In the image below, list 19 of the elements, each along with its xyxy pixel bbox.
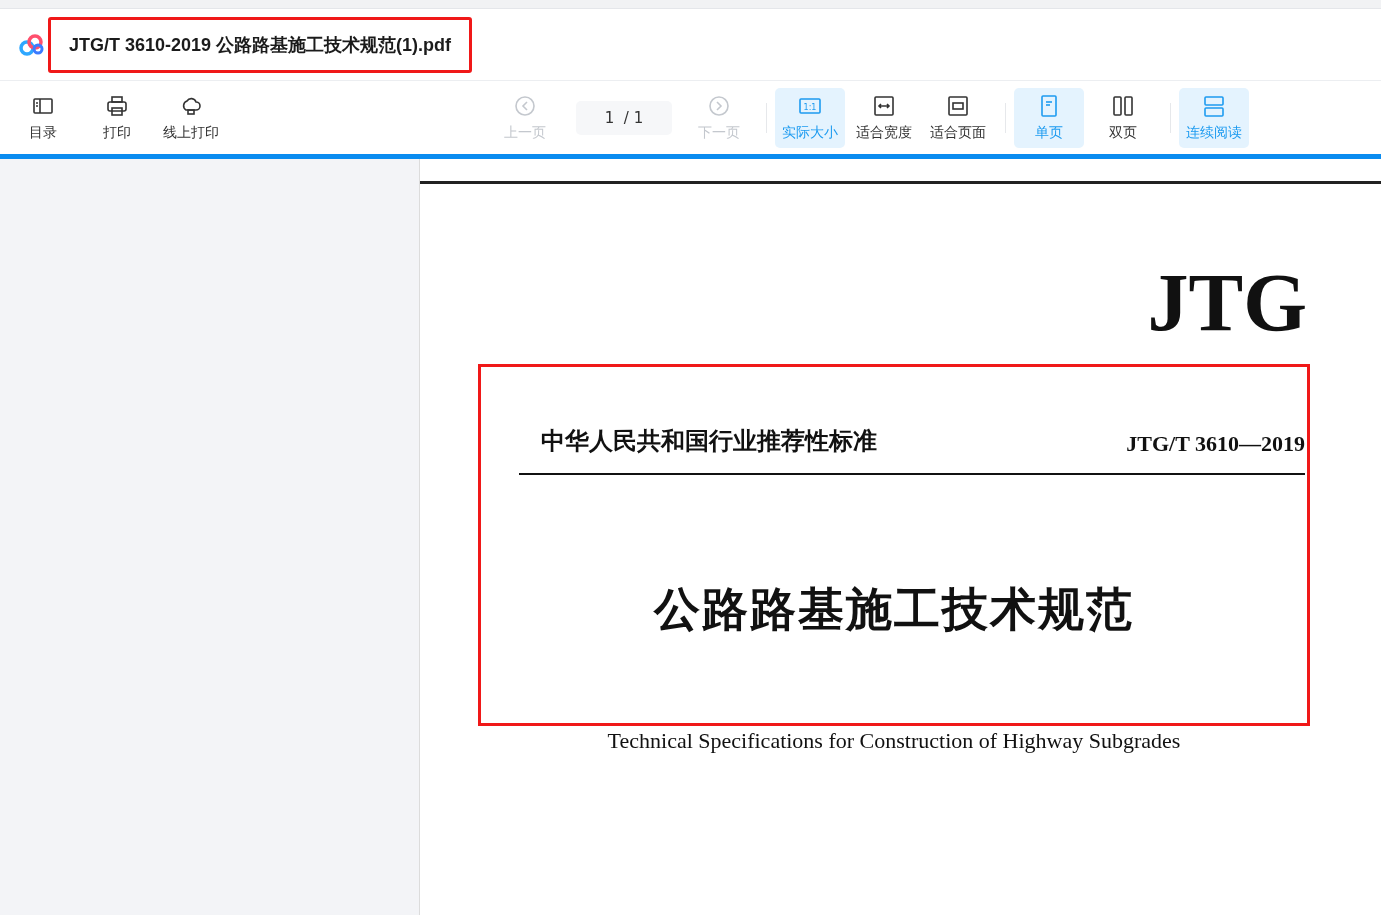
toc-button[interactable]: 目录 [8, 87, 78, 148]
fit-width-button[interactable]: 适合宽度 [849, 87, 919, 148]
document-subtitle: Technical Specifications for Construction of Highway Subgrades [606, 728, 1182, 754]
standard-category: 中华人民共和国行业推荐性标准 [541, 427, 877, 456]
standard-code: JTG/T 3610—2019 [1126, 431, 1305, 457]
standard-logo: JTG [1147, 262, 1307, 344]
fit-width-icon [872, 93, 896, 118]
file-title: JTG/T 3610-2019 公路路基施工技术规范(1).pdf [48, 16, 473, 73]
app-logo-icon [18, 32, 46, 57]
document-title: 公路路基施工技术规范 [652, 581, 1135, 638]
fit-page-button[interactable]: 适合页面 [923, 87, 993, 148]
print-button[interactable]: 打印 [82, 87, 152, 148]
double-page-icon [1111, 93, 1135, 118]
printer-icon [105, 93, 129, 118]
double-button[interactable]: 双页 [1088, 87, 1158, 148]
online-print-button[interactable]: 线上打印 [156, 87, 226, 148]
page-number-field[interactable]: 1 / 1 [576, 100, 672, 135]
continuous-pages-icon [1202, 93, 1226, 118]
fit-page-icon [946, 93, 970, 118]
